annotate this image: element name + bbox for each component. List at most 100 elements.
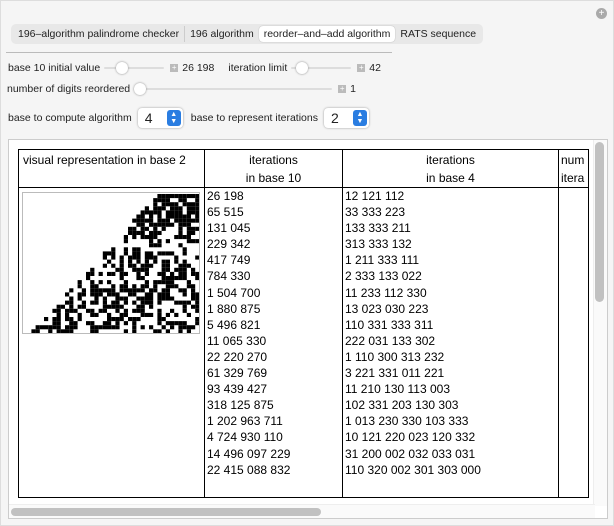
vertical-scrollbar[interactable]: [593, 140, 607, 506]
pixel: [149, 239, 154, 244]
pixel: [178, 210, 183, 215]
pixel: [157, 312, 162, 317]
pixel: [140, 263, 145, 268]
pixel: [165, 222, 170, 227]
pixel: [195, 300, 200, 305]
pixel: [107, 251, 112, 256]
pixel: [165, 321, 170, 326]
header-number: num itera: [558, 149, 589, 188]
pixel: [182, 276, 187, 281]
pixel: [65, 325, 70, 330]
pixel: [140, 325, 145, 330]
iteration-limit-slider[interactable]: [291, 62, 352, 74]
tab-bar: 196–algorithm palindrome checker 196 alg…: [11, 24, 484, 44]
pixel: [186, 210, 191, 215]
pixel: [119, 263, 124, 268]
pixel: [119, 267, 124, 272]
digits-reordered-label: number of digits reordered: [7, 83, 131, 95]
expand-icon[interactable]: +: [357, 64, 366, 72]
pixel: [90, 312, 95, 317]
pixel: [149, 263, 154, 268]
pixel: [119, 271, 124, 276]
pixel: [111, 255, 116, 260]
pixel: [107, 304, 112, 309]
pixel: [102, 308, 107, 313]
pixel: [157, 329, 162, 334]
expand-icon[interactable]: +: [338, 85, 347, 93]
pixel: [195, 255, 200, 260]
header-visual: visual representation in base 2: [18, 149, 205, 188]
pixel: [132, 288, 137, 293]
base10-column: 26 198 65 515 131 045 229 342 417 749 784 330…: [204, 187, 343, 498]
vertical-scroll-thumb[interactable]: [595, 142, 604, 302]
pixel: [73, 308, 78, 313]
pixel: [161, 292, 166, 297]
pixel: [195, 214, 200, 219]
tab-reorder-and-add[interactable]: reorder–and–add algorithm: [258, 26, 396, 42]
pixel: [94, 312, 99, 317]
horizontal-scroll-thumb[interactable]: [11, 508, 321, 516]
table-cell: 131 045: [207, 221, 251, 236]
pixel: [191, 202, 196, 207]
pixel: [195, 198, 200, 203]
pixel: [123, 288, 128, 293]
pixel: [90, 288, 95, 293]
pixel: [144, 271, 149, 276]
table-cell: 12 121 112: [345, 189, 405, 203]
table-cell: 110 320 002 301 303 000: [345, 462, 481, 477]
pixel: [144, 296, 149, 301]
pixel: [140, 267, 145, 272]
pixel: [90, 329, 95, 334]
pixel: [56, 321, 61, 326]
pixel: [90, 321, 95, 326]
pixel: [81, 288, 86, 293]
expand-icon[interactable]: +: [170, 64, 179, 72]
pixel: [191, 325, 196, 330]
tab-rats-sequence[interactable]: RATS sequence: [395, 26, 481, 42]
tab-196-algorithm[interactable]: 196 algorithm: [185, 26, 259, 42]
pixel: [119, 276, 124, 281]
pixel: [140, 300, 145, 305]
base-compute-select[interactable]: 4 ▲ ▼: [137, 108, 183, 128]
pixel: [170, 206, 175, 211]
pixel: [157, 194, 162, 199]
pixel: [157, 230, 162, 235]
pixel: [153, 222, 158, 227]
pixel: [90, 292, 95, 297]
pixel: [182, 218, 187, 223]
initial-value-slider[interactable]: [104, 62, 165, 74]
pixel: [136, 214, 141, 219]
pixel: [144, 226, 149, 231]
output-pane: visual representation in base 2 iteratio…: [8, 139, 608, 519]
pixel: [60, 329, 65, 334]
pixel: [111, 284, 116, 289]
base-represent-select[interactable]: 2 ▲ ▼: [323, 108, 369, 128]
pixel: [128, 292, 133, 297]
pixel: [157, 321, 162, 326]
pixel: [186, 263, 191, 268]
pixel: [140, 304, 145, 309]
pixel: [165, 280, 170, 285]
pixel: [107, 259, 112, 264]
pixel: [136, 222, 141, 227]
pixel: [149, 235, 154, 240]
horizontal-scrollbar[interactable]: [9, 504, 595, 518]
pixel: [161, 206, 166, 211]
pixel: [81, 304, 86, 309]
pixel: [107, 317, 112, 322]
pixel: [161, 222, 166, 227]
digits-reordered-slider[interactable]: [134, 83, 333, 95]
pixel: [111, 271, 116, 276]
pixel: [136, 271, 141, 276]
add-icon[interactable]: +: [596, 8, 607, 19]
pixel: [119, 259, 124, 264]
pixel: [132, 317, 137, 322]
pixel: [149, 300, 154, 305]
pixel: [178, 300, 183, 305]
tab-palindrome-checker[interactable]: 196–algorithm palindrome checker: [13, 26, 186, 42]
table-cell: 4 724 930 110: [207, 430, 283, 445]
digits-reordered-readout: 1: [350, 83, 356, 95]
pixel: [195, 308, 200, 313]
pixel: [165, 198, 170, 203]
pixel: [153, 280, 158, 285]
